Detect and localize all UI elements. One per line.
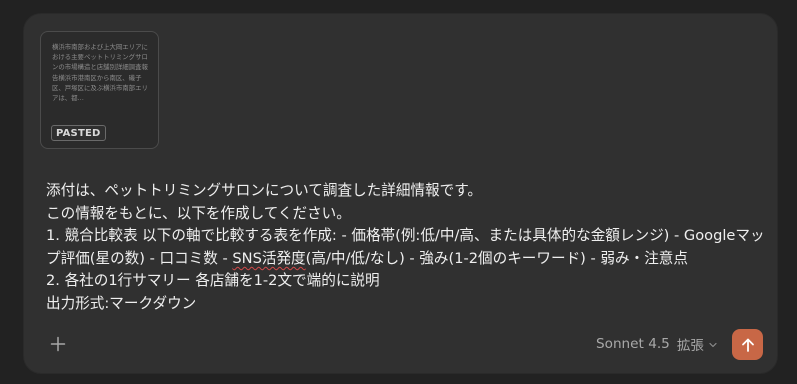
message-text: (高/中/低/なし) - 強み(1-2個のキーワード) - 弱み・注意点 [305,249,688,267]
spellcheck-word: SNS活発度 [232,249,306,267]
model-name: Sonnet 4.5 [596,336,670,352]
message-line: 出力形式:マークダウン [46,294,197,312]
message-input[interactable]: 添付は、ペットトリミングサロンについて調査した詳細情報です。 この情報をもとに、… [46,180,766,316]
message-line: 2. 各社の1行サマリー 各店舗を1-2文で端的に説明 [46,272,380,290]
model-mode: 拡張 [676,338,704,354]
send-button[interactable] [732,329,763,360]
plus-icon [50,336,66,352]
add-attachment-button[interactable] [46,332,70,356]
message-text: プ評価(星の数) - 口コミ数 - [46,249,233,267]
arrow-up-icon [741,338,754,352]
composer-toolbar: Sonnet 4.5 拡張 [24,324,777,364]
pasted-attachment-card[interactable]: 横浜市南部および上大岡エリアにおける主要ペットトリミングサロンの市場構造と店舗別… [40,31,159,149]
message-line: 1. 競合比較表 以下の軸で比較する表を作成: - 価格帯(例:低/中/高、また… [46,227,765,245]
message-line: この情報をもとに、以下を作成してください。 [46,204,351,222]
model-selector[interactable]: Sonnet 4.5 拡張 [596,333,718,355]
chevron-down-icon [709,342,717,347]
pasted-preview-text: 横浜市南部および上大岡エリアにおける主要ペットトリミングサロンの市場構造と店舗別… [52,43,148,103]
pasted-badge: PASTED [51,125,106,141]
message-line: 添付は、ペットトリミングサロンについて調査した詳細情報です。 [46,182,482,199]
message-line: プ評価(星の数) - 口コミ数 - SNS活発度(高/中/低/なし) - 強み(… [46,248,766,271]
message-composer[interactable]: 横浜市南部および上大岡エリアにおける主要ペットトリミングサロンの市場構造と店舗別… [23,13,778,374]
